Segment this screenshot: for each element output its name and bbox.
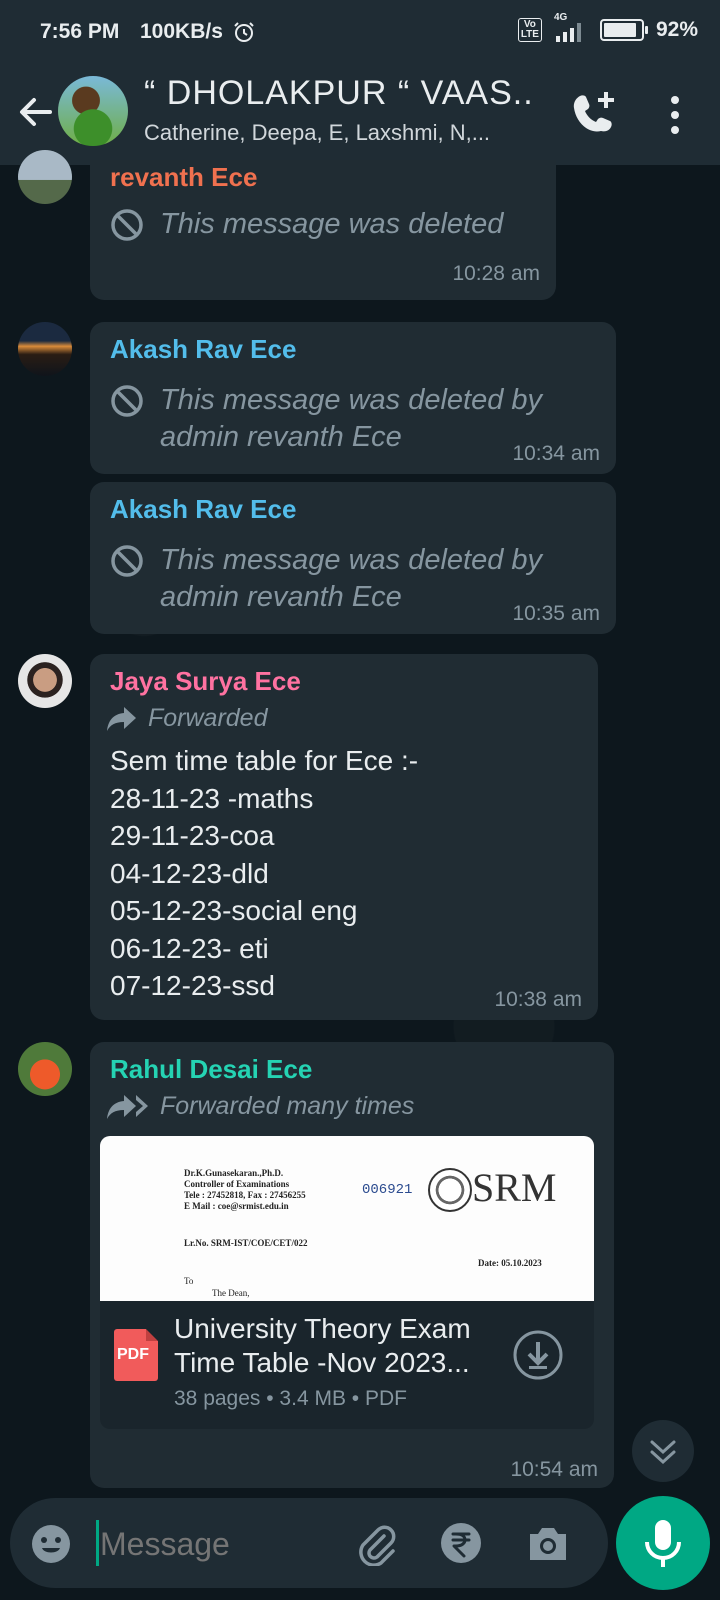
voice-message-button[interactable] (616, 1496, 710, 1590)
scroll-to-bottom-button[interactable] (632, 1420, 694, 1482)
deleted-text-line1: This message was deleted by (160, 384, 543, 416)
preview-role-line: Controller of Examinations (184, 1179, 290, 1189)
message-input[interactable] (98, 1516, 352, 1572)
sender-name[interactable]: Akash Rav Ece (110, 494, 296, 525)
status-time: 7:56 PM (40, 20, 120, 43)
attach-icon[interactable] (354, 1522, 398, 1571)
deleted-icon (110, 208, 144, 242)
message-bubble[interactable]: Akash Rav Ece This message was deleted b… (90, 482, 616, 634)
message-time: 10:28 am (452, 262, 540, 285)
alarm-icon (232, 20, 256, 50)
forwarded-many-icon (107, 1094, 148, 1119)
srm-logo (428, 1168, 472, 1212)
message-bubble[interactable]: Akash Rav Ece This message was deleted b… (90, 322, 616, 474)
forwarded-text: Forwarded many times (160, 1092, 415, 1120)
group-title[interactable]: “ DHOLAKPUR “ VAAS... (144, 74, 536, 113)
document-info[interactable]: PDF University Theory Exam Time Table -N… (100, 1301, 594, 1429)
sender-name[interactable]: Akash Rav Ece (110, 334, 296, 365)
forward-icon (107, 706, 136, 731)
deleted-text-line2: admin revanth Ece (160, 581, 402, 613)
more-options-icon[interactable] (660, 90, 690, 140)
forwarded-text: Forwarded (148, 704, 268, 732)
chat-header: “ DHOLAKPUR “ VAAS... Catherine, Deepa, … (0, 66, 720, 165)
sender-avatar[interactable] (18, 150, 72, 204)
preview-date: Date: 05.10.2023 (478, 1258, 542, 1268)
message-bubble[interactable]: revanth Ece This message was deleted 10:… (90, 160, 556, 300)
message-time: 10:35 am (512, 602, 600, 625)
deleted-icon (110, 544, 144, 578)
group-participants[interactable]: Catherine, Deepa, E, Laxshmi, N,... (144, 120, 536, 146)
camera-icon[interactable] (526, 1522, 570, 1569)
pdf-badge-text: PDF (117, 1346, 149, 1363)
status-bar: 7:56 PM 100KB/s Vo LTE 4G 92% (0, 0, 720, 66)
preview-to: To (184, 1276, 194, 1286)
document-title-line1: University Theory Exam (174, 1313, 471, 1344)
deleted-text-line2: admin revanth Ece (160, 421, 402, 453)
battery-icon (599, 19, 648, 41)
sender-name[interactable]: Rahul Desai Ece (110, 1054, 312, 1085)
microphone-icon (645, 1520, 681, 1567)
preview-letter-no: Lr.No. SRM-IST/COE/CET/022 (184, 1238, 308, 1248)
sender-name[interactable]: Jaya Surya Ece (110, 666, 301, 697)
status-network-speed: 100KB/s (140, 20, 223, 43)
pdf-file-icon: PDF (114, 1329, 158, 1381)
preview-phone-line: Tele : 27452818, Fax : 27456255 (184, 1190, 306, 1200)
forwarded-label: Forwarded many times (106, 1092, 414, 1121)
payment-icon[interactable] (440, 1522, 482, 1569)
volte-icon: Vo LTE (517, 18, 542, 42)
message-time: 10:34 am (512, 442, 600, 465)
preview-dean: The Dean, (212, 1288, 250, 1298)
status-right-group: Vo LTE 4G 92% (517, 12, 698, 42)
battery-percentage: 92% (655, 18, 698, 41)
document-preview[interactable]: Dr.K.Gunasekaran.,Ph.D. Controller of Ex… (100, 1136, 594, 1301)
forwarded-label: Forwarded (106, 704, 268, 733)
preview-name-line: Dr.K.Gunasekaran.,Ph.D. (184, 1168, 284, 1178)
srm-logo-text: SRM (472, 1165, 557, 1210)
sender-avatar[interactable] (18, 1042, 72, 1096)
deleted-message: This message was deleted by admin revant… (110, 542, 542, 616)
sender-name[interactable]: revanth Ece (110, 162, 257, 193)
deleted-message: This message was deleted (110, 206, 503, 243)
message-time: 10:38 am (494, 988, 582, 1011)
message-time: 10:54 am (510, 1458, 598, 1481)
emoji-icon[interactable] (30, 1523, 72, 1570)
deleted-text: This message was deleted (160, 208, 504, 240)
deleted-text-line1: This message was deleted by (160, 544, 543, 576)
sender-avatar[interactable] (18, 654, 72, 708)
preview-ref-number: 006921 (362, 1182, 413, 1198)
document-meta: 38 pages • 3.4 MB • PDF (174, 1387, 407, 1410)
deleted-message: This message was deleted by admin revant… (110, 382, 542, 456)
message-input-bar (10, 1498, 608, 1588)
message-text: Sem time table for Ece :- 28-11-23 -math… (110, 745, 419, 1001)
document-title-line2: Time Table -Nov 2023... (174, 1347, 470, 1378)
message-bubble[interactable]: Rahul Desai Ece Forwarded many times Dr.… (90, 1042, 614, 1488)
download-icon[interactable] (512, 1329, 564, 1386)
deleted-icon (110, 384, 144, 418)
preview-mail-line: E Mail : coe@srmist.edu.in (184, 1201, 289, 1211)
group-avatar[interactable] (58, 76, 128, 146)
sender-avatar[interactable] (18, 322, 72, 376)
message-bubble[interactable]: Jaya Surya Ece Forwarded Sem time table … (90, 654, 598, 1020)
back-arrow-icon[interactable] (16, 92, 56, 132)
add-call-icon[interactable] (570, 88, 620, 138)
double-chevron-down-icon (650, 1440, 676, 1465)
signal-icon: 4G (554, 12, 588, 42)
